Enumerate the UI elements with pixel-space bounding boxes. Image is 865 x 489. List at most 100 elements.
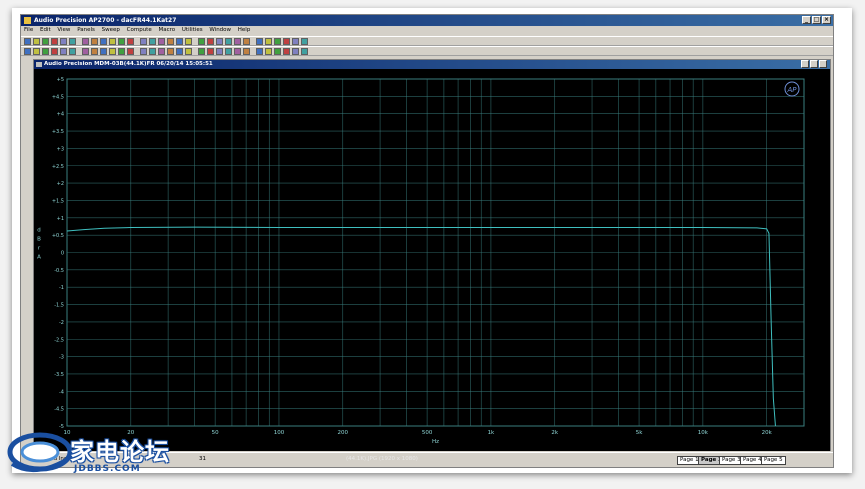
toolbar-button-icon[interactable] <box>167 38 174 45</box>
toolbar-button-icon[interactable] <box>274 38 281 45</box>
panel-toolbar-button-icon[interactable] <box>292 48 299 55</box>
series-line <box>66 226 776 427</box>
toolbar-button-icon[interactable] <box>51 38 58 45</box>
panel-toolbar-button-icon[interactable] <box>167 48 174 55</box>
panel-toolbar-button-icon[interactable] <box>198 48 205 55</box>
panel-toolbar-button-icon[interactable] <box>69 48 76 55</box>
panel-toolbar-button-icon[interactable] <box>283 48 290 55</box>
y-tick-label: +1 <box>57 216 64 222</box>
toolbar-button-icon[interactable] <box>42 38 49 45</box>
menu-utilities[interactable]: Utilities <box>182 26 203 35</box>
panel-toolbar-button-icon[interactable] <box>256 48 263 55</box>
y-axis-label: B <box>37 237 41 243</box>
page-tab-5[interactable]: Page 5 <box>761 456 786 465</box>
panel-toolbar-button-icon[interactable] <box>207 48 214 55</box>
panel-toolbar-button-icon[interactable] <box>158 48 165 55</box>
maximize-button[interactable]: □ <box>812 16 821 24</box>
panel-toolbar-button-icon[interactable] <box>149 48 156 55</box>
panel-toolbar-button-icon[interactable] <box>118 48 125 55</box>
panel-toolbar-button-icon[interactable] <box>42 48 49 55</box>
menu-macro[interactable]: Macro <box>158 26 175 35</box>
panel-toolbar-button-icon[interactable] <box>265 48 272 55</box>
toolbar-button-icon[interactable] <box>283 38 290 45</box>
x-tick-label: 100 <box>274 430 285 436</box>
toolbar-button-icon[interactable] <box>109 38 116 45</box>
panel-toolbar-button-icon[interactable] <box>225 48 232 55</box>
toolbar-button-icon[interactable] <box>100 38 107 45</box>
toolbar-button-icon[interactable] <box>301 38 308 45</box>
panel-toolbar-button-icon[interactable] <box>301 48 308 55</box>
graph-area[interactable]: +5 +4.5 +4 +3.5 +3 +2.5 +2 +1.5 +1 +0.5 0 -0.5 -1 -1.… <box>34 69 830 451</box>
panel-toolbar-button-icon[interactable] <box>216 48 223 55</box>
main-toolbar <box>21 36 833 46</box>
menu-sweep[interactable]: Sweep <box>102 26 120 35</box>
toolbar-button-icon[interactable] <box>185 38 192 45</box>
panel-toolbar-button-icon[interactable] <box>243 48 250 55</box>
toolbar-button-icon[interactable] <box>140 38 147 45</box>
panel-toolbar-button-icon[interactable] <box>24 48 31 55</box>
y-tick-label: -3.5 <box>54 372 64 378</box>
menu-file[interactable]: File <box>24 26 33 35</box>
panel-toolbar-button-icon[interactable] <box>33 48 40 55</box>
panel-toolbar-button-icon[interactable] <box>234 48 241 55</box>
graph-titlebar: Audio Precision MDM-03B(44.1K)FR 06/20/1… <box>34 60 830 69</box>
y-tick-label: -0.5 <box>54 268 64 274</box>
jdbbs-logo: 家电论坛 JDBBS.COM <box>4 428 204 484</box>
panel-toolbar <box>21 46 833 56</box>
toolbar-button-icon[interactable] <box>33 38 40 45</box>
panel-toolbar-button-icon[interactable] <box>127 48 134 55</box>
panel-toolbar-button-icon[interactable] <box>60 48 67 55</box>
status-file-info: (44.1K).JPG (1920 x 1080) <box>346 456 418 462</box>
toolbar-button-icon[interactable] <box>149 38 156 45</box>
toolbar-button-icon[interactable] <box>265 38 272 45</box>
x-tick-label: 20k <box>762 430 773 436</box>
toolbar-button-icon[interactable] <box>207 38 214 45</box>
graph-close-button[interactable] <box>819 60 827 68</box>
close-button[interactable]: × <box>822 16 831 24</box>
toolbar-button-icon[interactable] <box>69 38 76 45</box>
graph-minimize-button[interactable] <box>801 60 809 68</box>
panel-toolbar-button-icon[interactable] <box>51 48 58 55</box>
app-title: Audio Precision AP2700 - dacFR44.1Kat27 <box>34 17 177 24</box>
panel-toolbar-button-icon[interactable] <box>109 48 116 55</box>
toolbar-button-icon[interactable] <box>243 38 250 45</box>
panel-toolbar-button-icon[interactable] <box>185 48 192 55</box>
toolbar-button-icon[interactable] <box>127 38 134 45</box>
toolbar-button-icon[interactable] <box>82 38 89 45</box>
menu-edit[interactable]: Edit <box>40 26 51 35</box>
toolbar-button-icon[interactable] <box>158 38 165 45</box>
menu-window[interactable]: Window <box>209 26 231 35</box>
toolbar-button-icon[interactable] <box>91 38 98 45</box>
toolbar-button-icon[interactable] <box>198 38 205 45</box>
logo-chinese-text: 家电论坛 <box>70 438 170 466</box>
panel-toolbar-button-icon[interactable] <box>274 48 281 55</box>
minimize-button[interactable]: _ <box>802 16 811 24</box>
toolbar-button-icon[interactable] <box>292 38 299 45</box>
toolbar-button-icon[interactable] <box>225 38 232 45</box>
graph-title: Audio Precision MDM-03B(44.1K)FR 06/20/1… <box>44 61 213 67</box>
app-titlebar: Audio Precision AP2700 - dacFR44.1Kat27 … <box>21 15 833 26</box>
toolbar-button-icon[interactable] <box>256 38 263 45</box>
panel-toolbar-button-icon[interactable] <box>91 48 98 55</box>
menu-view[interactable]: View <box>57 26 70 35</box>
toolbar-button-icon[interactable] <box>60 38 67 45</box>
y-tick-label: -3 <box>59 355 64 361</box>
graph-maximize-button[interactable] <box>810 60 818 68</box>
panel-toolbar-button-icon[interactable] <box>140 48 147 55</box>
x-tick-label: 5k <box>636 430 643 436</box>
toolbar-button-icon[interactable] <box>234 38 241 45</box>
toolbar-button-icon[interactable] <box>176 38 183 45</box>
y-tick-label: +4.5 <box>52 94 64 100</box>
panel-toolbar-button-icon[interactable] <box>176 48 183 55</box>
app-window: Audio Precision AP2700 - dacFR44.1Kat27 … <box>20 14 834 468</box>
y-axis-label: A <box>37 255 41 261</box>
menu-panels[interactable]: Panels <box>77 26 95 35</box>
y-tick-label: +1.5 <box>52 198 64 204</box>
panel-toolbar-button-icon[interactable] <box>82 48 89 55</box>
menu-compute[interactable]: Compute <box>127 26 152 35</box>
toolbar-button-icon[interactable] <box>24 38 31 45</box>
toolbar-button-icon[interactable] <box>216 38 223 45</box>
menu-help[interactable]: Help <box>238 26 251 35</box>
panel-toolbar-button-icon[interactable] <box>100 48 107 55</box>
toolbar-button-icon[interactable] <box>118 38 125 45</box>
